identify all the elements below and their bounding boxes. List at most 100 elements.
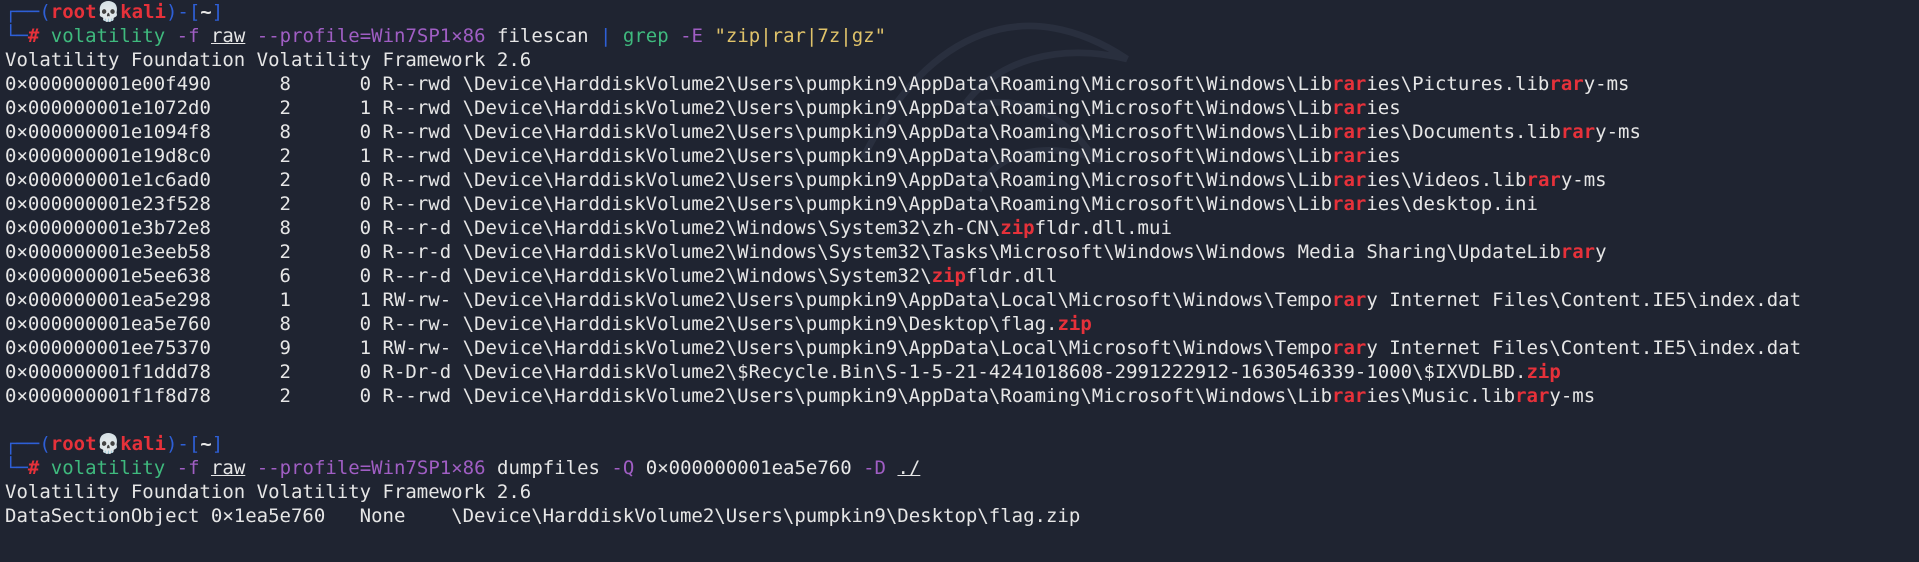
- terminal-output[interactable]: ┌──(root💀kali)-[~] └─# volatility -f raw …: [5, 0, 1915, 562]
- table-row: 0×000000001e00f490 8 0 R--rwd \Device\Ha…: [5, 72, 1915, 96]
- row-path: y-ms: [1583, 73, 1630, 95]
- command-option: --profile=Win7SP1×86: [256, 25, 486, 47]
- row-offset: 0×000000001e5ee638: [5, 265, 211, 287]
- prompt-host: kali: [120, 433, 166, 455]
- command-offset: 0×000000001ea5e760: [645, 457, 852, 479]
- row-path: ies: [1366, 145, 1401, 167]
- row-offset: 0×000000001e1072d0: [5, 97, 211, 119]
- row-hnd: 0: [359, 121, 372, 143]
- dump-offset: 0×1ea5e760: [210, 505, 326, 527]
- command-line[interactable]: └─# volatility -f raw --profile=Win7SP1×…: [5, 456, 1915, 480]
- prompt-corner-bottom: └─: [5, 457, 28, 479]
- row-path: ies\Pictures.lib: [1366, 73, 1550, 95]
- row-ptr: 1: [279, 289, 291, 311]
- command-pattern: "zip|rar|7z|gz": [714, 25, 887, 47]
- command-file-arg: raw: [210, 457, 246, 479]
- row-hnd: 0: [359, 313, 372, 335]
- row-ptr: 8: [279, 217, 291, 239]
- grep-match: rar: [1515, 385, 1550, 407]
- table-row: 0×000000001e5ee638 6 0 R--r-d \Device\Ha…: [5, 264, 1915, 288]
- row-path: \Device\HarddiskVolume2\Users\pumpkin9\A…: [462, 193, 1333, 215]
- prompt-user: root: [50, 1, 97, 23]
- grep-match: zip: [1000, 217, 1035, 239]
- row-offset: 0×000000001e1c6ad0: [5, 169, 211, 191]
- dump-result-line: DataSectionObject 0×1ea5e760 None \Devic…: [5, 504, 1915, 528]
- command-dir-arg: ./: [897, 457, 921, 479]
- prompt-bracket-close: ]: [211, 433, 224, 455]
- table-row: 0×000000001ee75370 9 1 RW-rw- \Device\Ha…: [5, 336, 1915, 360]
- row-access: R--rwd: [382, 169, 452, 191]
- prompt-corner-bottom: └─: [5, 25, 28, 47]
- row-path: \Device\HarddiskVolume2\Windows\System32…: [462, 217, 1001, 239]
- prompt-hash: #: [27, 25, 40, 47]
- row-path: ies\Videos.lib: [1366, 169, 1527, 191]
- row-path: fldr.dll: [965, 265, 1058, 287]
- grep-match: rar: [1560, 241, 1596, 263]
- row-access: R--r-d: [382, 265, 452, 287]
- row-path: \Device\HarddiskVolume2\$Recycle.Bin\S-1…: [462, 361, 1527, 383]
- grep-match: rar: [1332, 289, 1367, 311]
- grep-match: rar: [1560, 121, 1596, 143]
- row-path: ies\desktop.ini: [1366, 193, 1538, 215]
- row-path: y: [1595, 241, 1607, 263]
- row-offset: 0×000000001f1ddd78: [5, 361, 211, 383]
- row-ptr: 6: [279, 265, 291, 287]
- banner-text: Volatility Foundation Volatility Framewo…: [5, 49, 532, 71]
- grep-match: rar: [1332, 121, 1367, 143]
- command-line[interactable]: └─# volatility -f raw --profile=Win7SP1×…: [5, 24, 1915, 48]
- row-ptr: 2: [279, 385, 291, 407]
- row-ptr: 8: [279, 121, 291, 143]
- command-name: volatility: [50, 25, 166, 47]
- row-path: \Device\HarddiskVolume2\Users\pumpkin9\A…: [462, 169, 1333, 191]
- prompt-separator: )-[: [165, 433, 201, 455]
- skull-icon: 💀: [96, 1, 121, 23]
- grep-match: rar: [1332, 193, 1367, 215]
- table-row: 0×000000001ea5e760 8 0 R--rw- \Device\Ha…: [5, 312, 1915, 336]
- row-hnd: 0: [359, 361, 372, 383]
- table-row: 0×000000001e1072d0 2 1 R--rwd \Device\Ha…: [5, 96, 1915, 120]
- row-access: R--rwd: [382, 193, 452, 215]
- row-access: R--rwd: [382, 73, 452, 95]
- row-access: R--r-d: [382, 217, 452, 239]
- grep-match: rar: [1526, 169, 1561, 191]
- prompt-header: ┌──(root💀kali)-[~]: [5, 432, 1915, 456]
- banner-line: Volatility Foundation Volatility Framewo…: [5, 48, 1915, 72]
- grep-match: rar: [1549, 73, 1584, 95]
- table-row: 0×000000001e3eeb58 2 0 R--r-d \Device\Ha…: [5, 240, 1915, 264]
